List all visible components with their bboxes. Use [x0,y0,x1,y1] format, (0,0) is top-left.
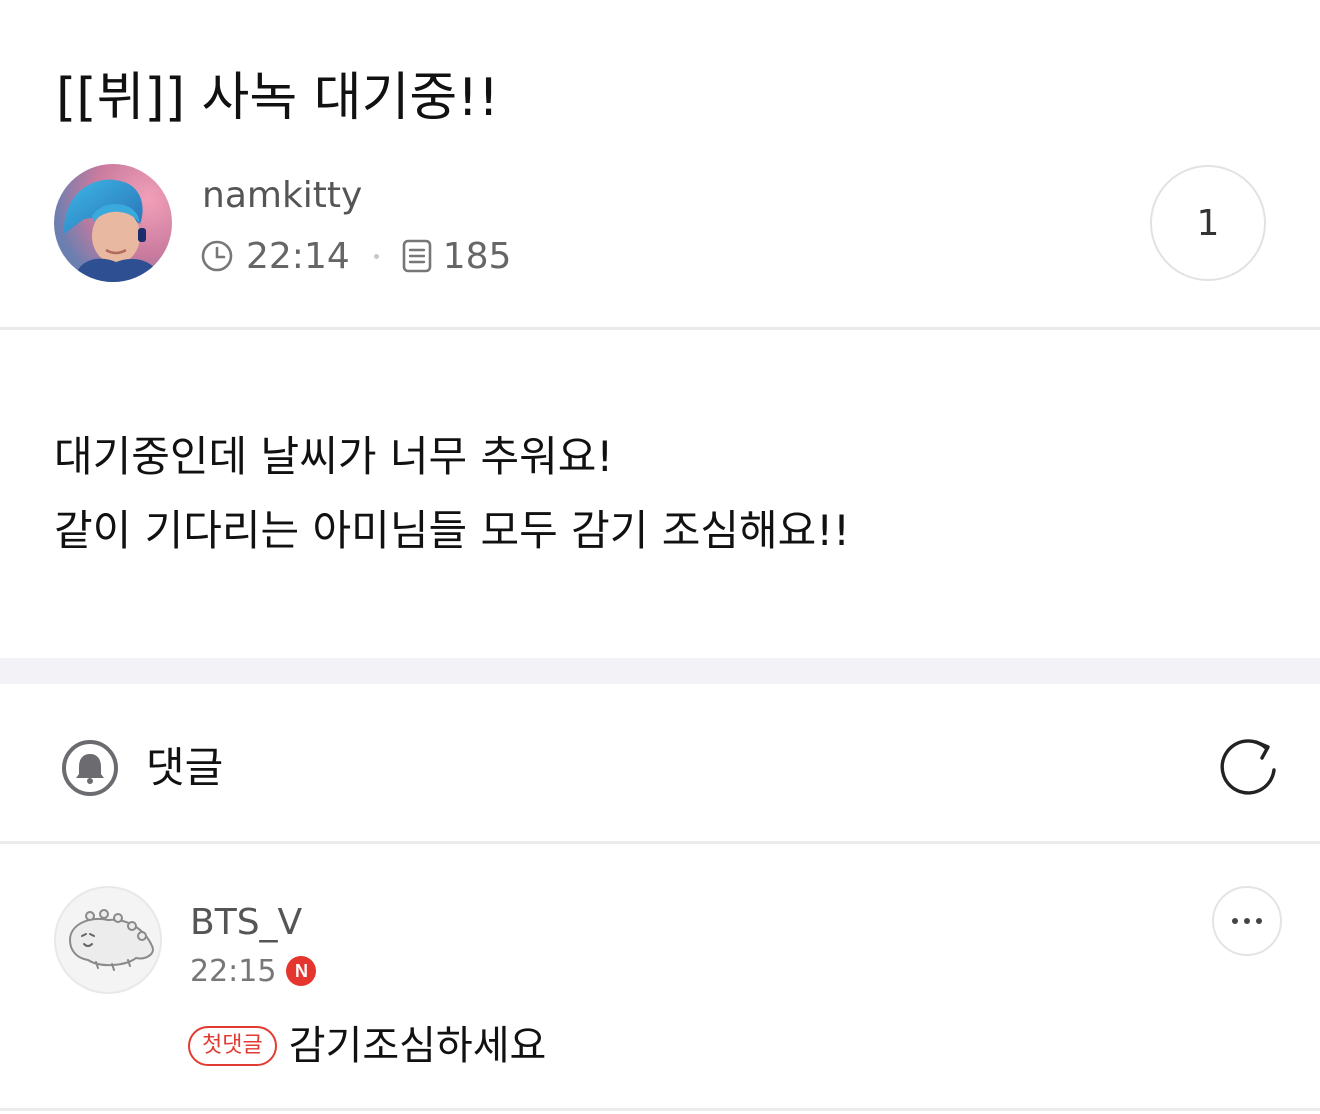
post-meta: 22:14 185 [200,232,511,280]
comment-divider [0,1108,1320,1111]
more-options-button[interactable] [1212,886,1282,956]
post-time: 22:14 [246,235,350,277]
bell-icon [60,738,120,798]
comment-count-button[interactable]: 1 [1150,165,1266,281]
post-body-line: 같이 기다리는 아미님들 모두 감기 조심해요!! [54,506,850,555]
clock-icon [200,239,234,273]
refresh-icon[interactable] [1218,734,1282,798]
separator-dot [373,253,379,259]
dino-avatar-icon [68,909,154,971]
comment-author[interactable]: BTS_V [190,900,302,946]
post-title: [[뷔]] 사녹 대기중!! [56,68,499,128]
header-divider [0,327,1320,330]
first-comment-tag: 첫댓글 [188,1026,277,1066]
avatar-photo [54,164,172,282]
comments-title: 댓글 [146,743,224,792]
author-name[interactable]: namkitty [202,174,362,218]
new-badge: N [286,956,317,986]
post-body-line: 대기중인데 날씨가 너무 추워요! [54,432,614,481]
comment-content: 첫댓글 감기조심하세요 [188,1018,546,1074]
author-avatar[interactable] [54,164,172,282]
comment-text: 감기조심하세요 [288,1023,547,1069]
document-icon [401,239,433,273]
post-body: 대기중인데 날씨가 너무 추워요! 같이 기다리는 아미님들 모두 감기 조심해… [54,420,850,568]
comment-time: 22:15 [190,953,277,989]
post-views: 185 [442,235,512,277]
more-dots-icon [1232,918,1262,924]
comment-meta: 22:15 N [190,950,317,992]
comments-header-divider [0,841,1320,844]
section-separator [0,658,1320,684]
comment-avatar[interactable] [54,886,162,994]
